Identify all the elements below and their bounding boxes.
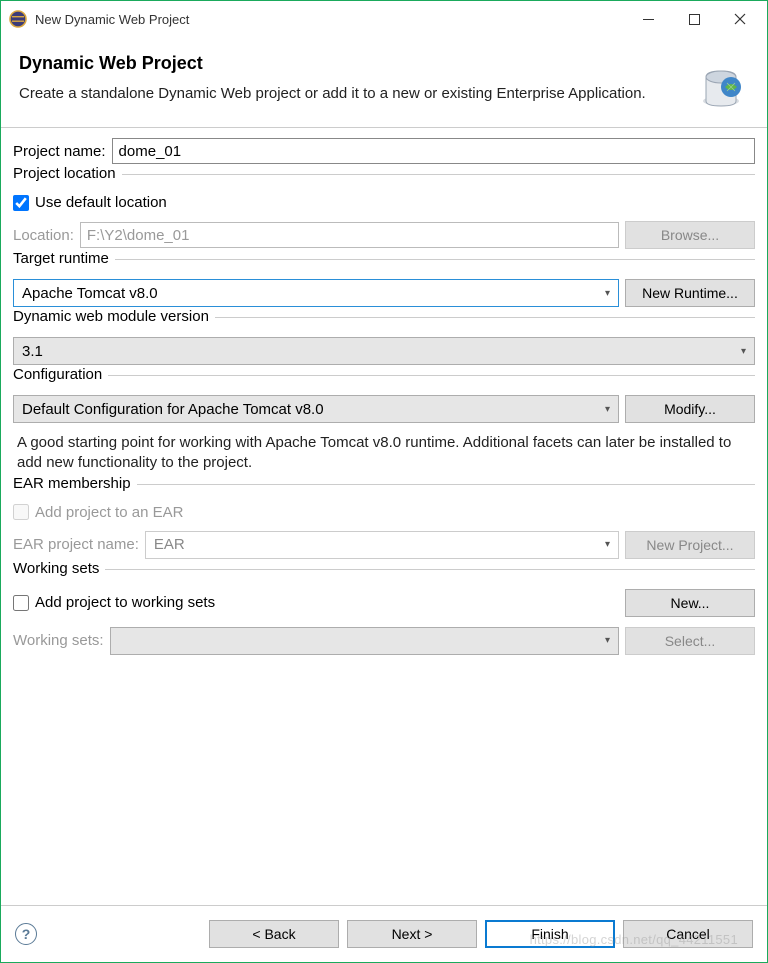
back-button[interactable]: < Back <box>209 920 339 948</box>
configuration-group: Configuration Default Configuration for … <box>13 375 755 474</box>
configuration-select[interactable]: Default Configuration for Apache Tomcat … <box>13 395 619 423</box>
module-version-select[interactable]: 3.1 ▾ <box>13 337 755 365</box>
project-location-title: Project location <box>13 165 122 182</box>
location-label: Location: <box>13 227 74 244</box>
chevron-down-icon: ▾ <box>605 539 610 550</box>
wizard-header: Dynamic Web Project Create a standalone … <box>1 37 767 127</box>
new-runtime-button[interactable]: New Runtime... <box>625 279 755 307</box>
chevron-down-icon: ▾ <box>741 346 746 357</box>
working-sets-group: Working sets Add project to working sets… <box>13 569 755 655</box>
add-to-working-sets-checkbox[interactable] <box>13 595 29 611</box>
project-name-input[interactable] <box>112 138 755 164</box>
target-runtime-group: Target runtime Apache Tomcat v8.0 ▾ New … <box>13 259 755 307</box>
chevron-down-icon: ▾ <box>605 288 610 299</box>
eclipse-icon <box>9 10 27 28</box>
select-working-set-button: Select... <box>625 627 755 655</box>
configuration-help-text: A good starting point for working with A… <box>17 433 751 474</box>
wizard-footer: ? < Back Next > Finish Cancel <box>1 905 767 962</box>
browse-button: Browse... <box>625 221 755 249</box>
use-default-location-checkbox[interactable] <box>13 195 29 211</box>
dialog-window: New Dynamic Web Project Dynamic Web Proj… <box>0 0 768 963</box>
working-sets-label: Working sets: <box>13 632 104 649</box>
new-ear-project-button: New Project... <box>625 531 755 559</box>
wizard-title: Dynamic Web Project <box>19 53 683 74</box>
configuration-value: Default Configuration for Apache Tomcat … <box>22 401 324 418</box>
new-working-set-button[interactable]: New... <box>625 589 755 617</box>
working-sets-title: Working sets <box>13 560 105 577</box>
chevron-down-icon: ▾ <box>605 635 610 646</box>
use-default-location-label: Use default location <box>35 194 167 211</box>
ear-membership-group: EAR membership Add project to an EAR EAR… <box>13 484 755 559</box>
module-version-value: 3.1 <box>22 343 43 360</box>
modify-button[interactable]: Modify... <box>625 395 755 423</box>
add-to-ear-checkbox <box>13 504 29 520</box>
project-name-label: Project name: <box>13 143 106 160</box>
chevron-down-icon: ▾ <box>605 404 610 415</box>
wizard-description: Create a standalone Dynamic Web project … <box>19 84 683 104</box>
ear-project-name-select: EAR ▾ <box>145 531 619 559</box>
add-to-ear-label: Add project to an EAR <box>35 504 183 521</box>
ear-membership-title: EAR membership <box>13 475 137 492</box>
module-version-title: Dynamic web module version <box>13 308 215 325</box>
minimize-button[interactable] <box>625 4 671 34</box>
configuration-title: Configuration <box>13 366 108 383</box>
maximize-button[interactable] <box>671 4 717 34</box>
project-location-group: Project location Use default location Lo… <box>13 174 755 249</box>
finish-button[interactable]: Finish <box>485 920 615 948</box>
module-version-group: Dynamic web module version 3.1 ▾ <box>13 317 755 365</box>
target-runtime-select[interactable]: Apache Tomcat v8.0 ▾ <box>13 279 619 307</box>
wizard-icon <box>693 53 749 109</box>
ear-project-name-value: EAR <box>154 536 185 553</box>
cancel-button[interactable]: Cancel <box>623 920 753 948</box>
close-button[interactable] <box>717 4 763 34</box>
target-runtime-title: Target runtime <box>13 250 115 267</box>
window-title: New Dynamic Web Project <box>35 12 625 27</box>
ear-project-name-label: EAR project name: <box>13 536 139 553</box>
target-runtime-value: Apache Tomcat v8.0 <box>22 285 158 302</box>
titlebar: New Dynamic Web Project <box>1 1 767 37</box>
location-input <box>80 222 619 248</box>
add-to-working-sets-label: Add project to working sets <box>35 594 215 611</box>
next-button[interactable]: Next > <box>347 920 477 948</box>
working-sets-select: ▾ <box>110 627 619 655</box>
help-icon[interactable]: ? <box>15 923 37 945</box>
